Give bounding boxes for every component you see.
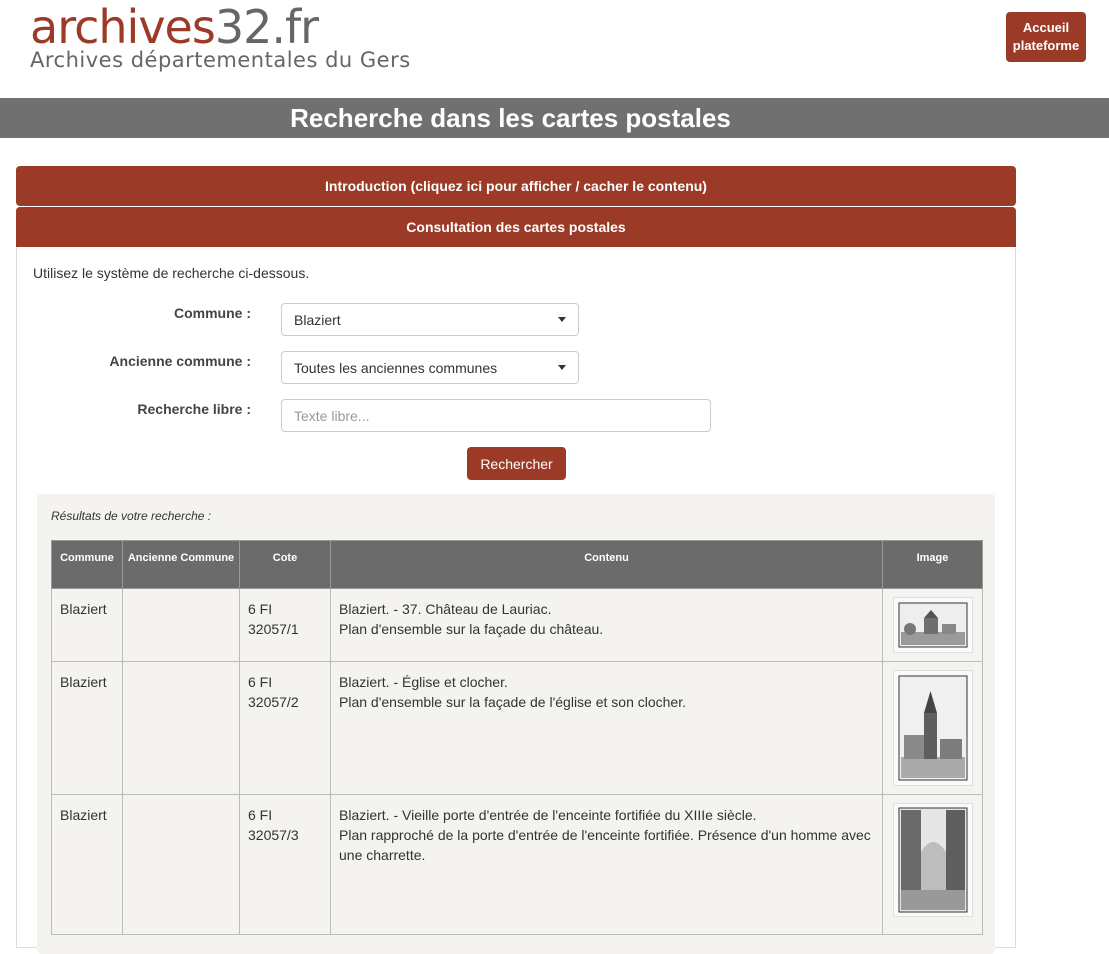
- cell-ancienne-commune: [122, 794, 240, 935]
- table-row: Blaziert 6 FI 32057/2 Blaziert. - Église …: [51, 661, 983, 795]
- results-section: Résultats de votre recherche : Commune A…: [37, 494, 995, 954]
- header-ancienne-commune[interactable]: Ancienne Commune: [122, 540, 240, 589]
- cell-image: [882, 588, 983, 662]
- postcard-portrait-icon: [898, 675, 967, 781]
- cell-contenu: Blaziert. - Église et clocher. Plan d'ens…: [330, 661, 883, 795]
- ancienne-commune-select[interactable]: Toutes les anciennes communes: [281, 351, 579, 384]
- header-image: Image: [882, 540, 983, 589]
- cell-cote: 6 FI 32057/3: [239, 794, 331, 935]
- cell-contenu: Blaziert. - Vieille porte d'entrée de l'…: [330, 794, 883, 935]
- cell-ancienne-commune: [122, 661, 240, 795]
- results-title: Résultats de votre recherche :: [51, 509, 212, 523]
- page-title: Recherche dans les cartes postales: [0, 98, 1109, 138]
- recherche-libre-label: Recherche libre :: [137, 401, 251, 417]
- cell-commune: Blaziert: [51, 588, 123, 662]
- table-row: Blaziert 6 FI 32057/3 Blaziert. - Vieille…: [51, 794, 983, 935]
- postcard-thumbnail[interactable]: [892, 670, 973, 786]
- header-cote[interactable]: Cote: [239, 540, 331, 589]
- site-logo[interactable]: archives32.fr Archives départementales d…: [30, 2, 411, 72]
- table-row: Blaziert 6 FI 32057/1 Blaziert. - 37. Châ…: [51, 588, 983, 662]
- logo-wordmark: archives32.fr: [30, 0, 319, 54]
- ancienne-commune-select-value: Toutes les anciennes communes: [294, 359, 498, 376]
- cell-cote: 6 FI 32057/2: [239, 661, 331, 795]
- cell-cote: 6 FI 32057/1: [239, 588, 331, 662]
- commune-select-value: Blaziert: [294, 311, 341, 328]
- cell-ancienne-commune: [122, 588, 240, 662]
- cell-commune: Blaziert: [51, 661, 123, 795]
- home-platform-button[interactable]: Accueil plateforme: [1006, 12, 1086, 62]
- results-table: Commune Ancienne Commune Cote Contenu Im…: [51, 540, 983, 935]
- cell-contenu: Blaziert. - 37. Château de Lauriac. Plan …: [330, 588, 883, 662]
- caret-down-icon: [558, 317, 566, 322]
- commune-select[interactable]: Blaziert: [281, 303, 579, 336]
- postcard-portrait-icon: [898, 807, 967, 913]
- logo-subtitle: Archives départementales du Gers: [30, 48, 411, 72]
- consultation-panel: Utilisez le système de recherche ci-dess…: [16, 247, 1016, 954]
- accordion-introduction[interactable]: Introduction (cliquez ici pour afficher …: [16, 166, 1016, 206]
- recherche-libre-input[interactable]: [281, 399, 711, 432]
- intro-text: Utilisez le système de recherche ci-dess…: [33, 265, 310, 281]
- cell-image: [882, 661, 983, 795]
- accordion-consultation[interactable]: Consultation des cartes postales: [16, 207, 1016, 247]
- search-button[interactable]: Rechercher: [467, 447, 566, 480]
- postcard-landscape-icon: [898, 602, 967, 648]
- cell-image: [882, 794, 983, 935]
- header-commune[interactable]: Commune: [51, 540, 123, 589]
- table-header-row: Commune Ancienne Commune Cote Contenu Im…: [51, 540, 983, 589]
- postcard-thumbnail[interactable]: [892, 597, 973, 653]
- postcard-thumbnail[interactable]: [892, 803, 973, 917]
- caret-down-icon: [558, 365, 566, 370]
- commune-label: Commune :: [174, 305, 251, 321]
- cell-commune: Blaziert: [51, 794, 123, 935]
- header-contenu[interactable]: Contenu: [330, 540, 883, 589]
- ancienne-commune-label: Ancienne commune :: [109, 353, 251, 369]
